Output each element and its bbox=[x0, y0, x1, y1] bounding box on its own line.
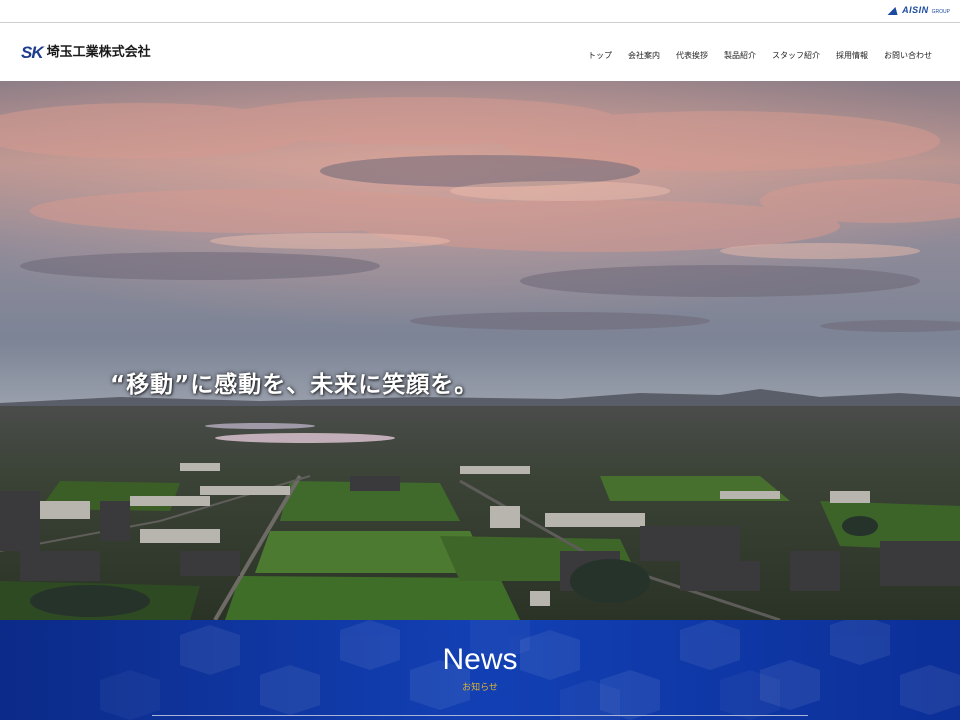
nav-item-company[interactable]: 会社案内 bbox=[628, 51, 660, 61]
hero-landscape-image bbox=[0, 81, 960, 620]
sk-logo-mark: SK bbox=[21, 43, 44, 62]
aisin-mark-icon bbox=[887, 7, 901, 15]
site-logo[interactable]: SK 埼玉工業株式会社 bbox=[21, 43, 151, 62]
news-subheading: お知らせ bbox=[462, 683, 498, 693]
nav-item-products[interactable]: 製品紹介 bbox=[724, 51, 756, 61]
nav-item-contact[interactable]: お問い合わせ bbox=[884, 51, 932, 61]
hero-section: “移動”に感動を、未来に笑顔を。 bbox=[0, 81, 960, 620]
site-header: SK 埼玉工業株式会社 トップ 会社案内 代表挨拶 製品紹介 スタッフ紹介 採用… bbox=[0, 23, 960, 81]
group-bar: AISIN GROUP bbox=[0, 0, 960, 23]
nav-item-top[interactable]: トップ bbox=[588, 51, 612, 61]
group-name: AISIN bbox=[902, 5, 929, 15]
nav-item-greeting[interactable]: 代表挨拶 bbox=[676, 51, 708, 61]
hero-tagline: “移動”に感動を、未来に笑顔を。 bbox=[110, 372, 479, 398]
news-section: News お知らせ bbox=[0, 620, 960, 720]
company-name: 埼玉工業株式会社 bbox=[46, 45, 151, 60]
aisin-group-logo[interactable]: AISIN GROUP bbox=[887, 5, 950, 15]
group-sub: GROUP bbox=[931, 9, 950, 15]
news-divider bbox=[152, 715, 808, 716]
nav-item-staff[interactable]: スタッフ紹介 bbox=[772, 51, 820, 61]
news-heading: News bbox=[442, 643, 518, 676]
main-nav: トップ 会社案内 代表挨拶 製品紹介 スタッフ紹介 採用情報 お問い合わせ bbox=[588, 51, 932, 61]
nav-item-recruit[interactable]: 採用情報 bbox=[836, 51, 868, 61]
